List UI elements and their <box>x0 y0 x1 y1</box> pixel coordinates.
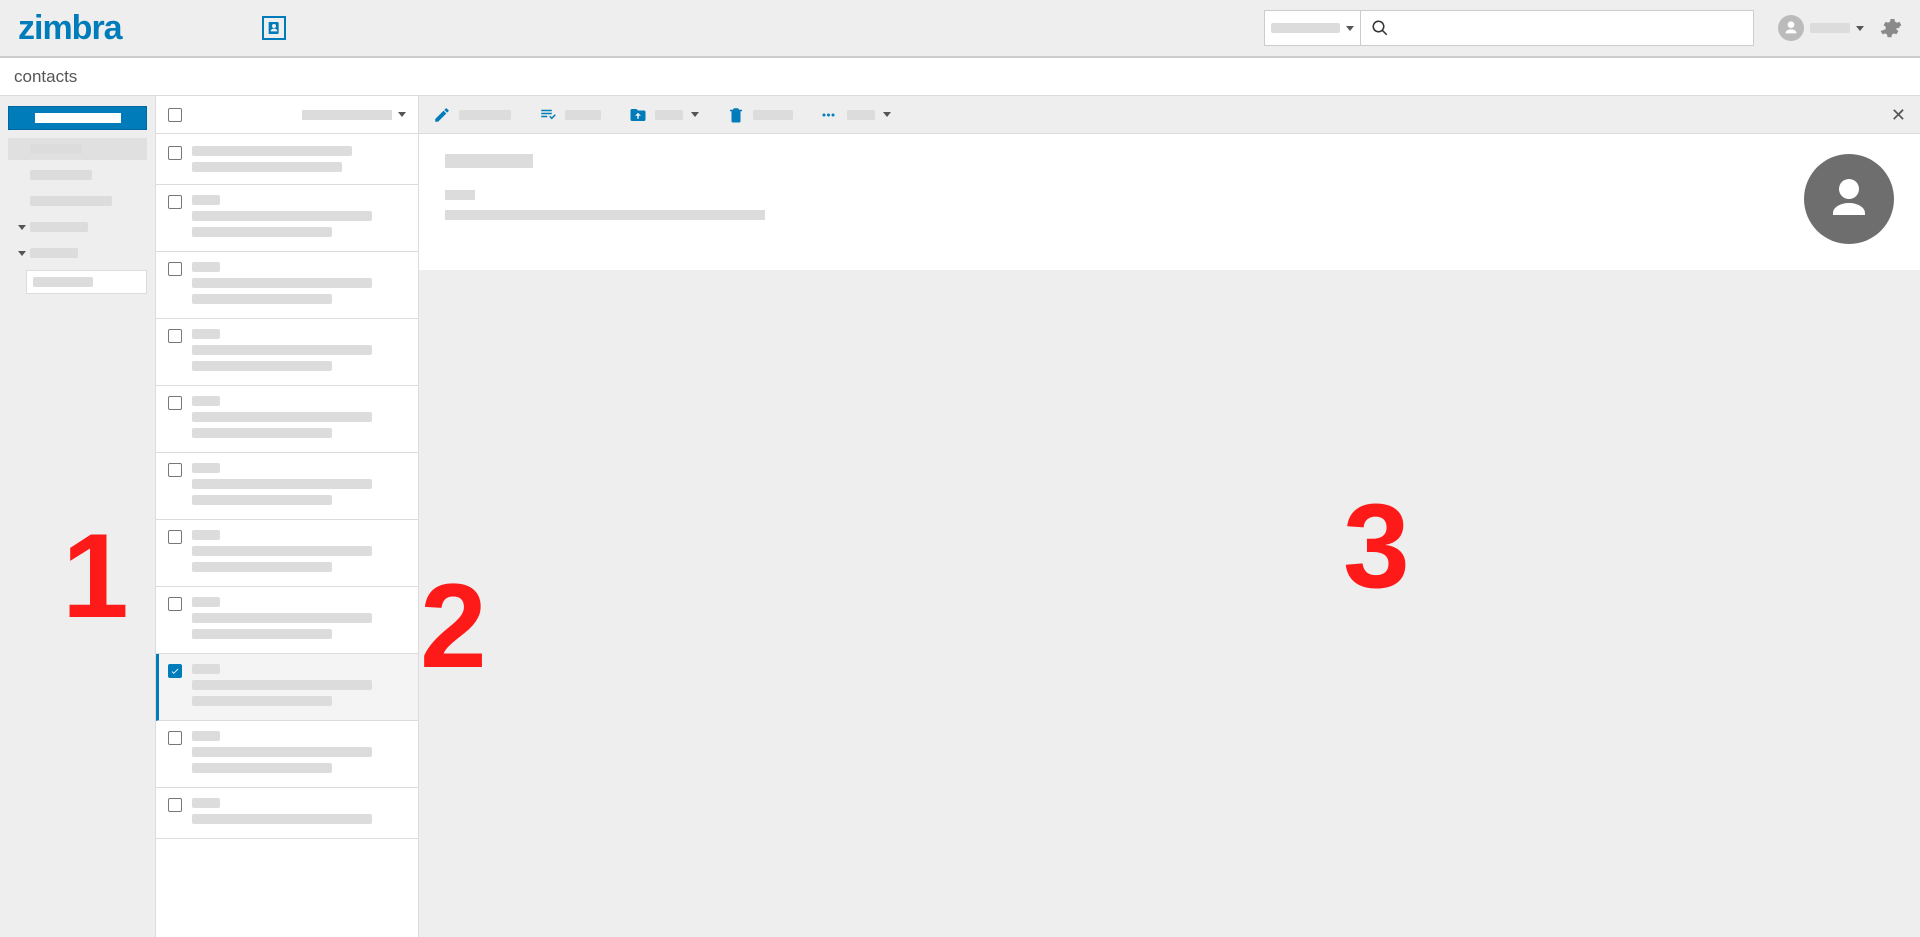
chevron-down-icon <box>18 251 26 256</box>
contact-list-item[interactable] <box>156 654 418 721</box>
contact-list-item[interactable] <box>156 587 418 654</box>
move-icon <box>629 106 647 124</box>
sidebar-item-label <box>30 222 88 232</box>
toolbar-button-label <box>459 110 511 120</box>
detail-contact-name <box>445 154 533 168</box>
user-name-label <box>1810 23 1850 33</box>
toolbar-edit-button[interactable] <box>433 106 511 124</box>
list-header <box>156 96 418 134</box>
toolbar-button-label <box>753 110 793 120</box>
contact-checkbox[interactable] <box>168 396 182 410</box>
sidebar-pane: 1 <box>0 96 155 937</box>
detail-toolbar: ✕ <box>419 96 1920 134</box>
search-input[interactable] <box>1397 19 1743 37</box>
main-layout: 1 2 ✕ 3 <box>0 96 1920 937</box>
app-header: zimbra <box>0 0 1920 58</box>
chevron-down-icon <box>18 225 26 230</box>
delete-icon <box>727 106 745 124</box>
toolbar-button-label <box>655 110 683 120</box>
contacts-app-icon[interactable] <box>262 16 286 40</box>
toolbar-delete-button[interactable] <box>727 106 793 124</box>
chevron-down-icon <box>1856 26 1864 31</box>
sort-dropdown[interactable] <box>302 110 406 120</box>
chevron-down-icon <box>1346 26 1354 31</box>
contact-list-item[interactable] <box>156 386 418 453</box>
contact-list-item[interactable] <box>156 788 418 839</box>
chevron-down-icon <box>883 112 891 117</box>
sidebar-item[interactable] <box>8 138 147 160</box>
close-detail-button[interactable]: ✕ <box>1891 106 1906 124</box>
detail-pane: ✕ 3 <box>419 96 1920 937</box>
annotation-number-3: 3 <box>1343 486 1410 606</box>
user-avatar-icon <box>1778 15 1804 41</box>
sidebar-section[interactable] <box>8 242 147 264</box>
toolbar-move-button[interactable] <box>629 106 699 124</box>
contact-checkbox[interactable] <box>168 597 182 611</box>
contact-list-body[interactable] <box>156 134 418 937</box>
settings-gear-icon[interactable] <box>1878 16 1902 40</box>
contact-checkbox[interactable] <box>168 262 182 276</box>
sidebar-item-label <box>30 144 82 154</box>
contact-checkbox[interactable] <box>168 664 182 678</box>
new-contact-button-label <box>35 113 121 123</box>
toolbar-more-button[interactable] <box>821 106 891 124</box>
edit-icon <box>433 106 451 124</box>
contact-list-item[interactable] <box>156 319 418 386</box>
context-label: contacts <box>14 67 77 87</box>
chevron-down-icon <box>398 112 406 117</box>
app-logo: zimbra <box>18 9 122 48</box>
search-group <box>1264 10 1754 46</box>
contact-list-item[interactable] <box>156 134 418 185</box>
contact-checkbox[interactable] <box>168 195 182 209</box>
new-tag-input[interactable] <box>26 270 147 294</box>
user-menu[interactable] <box>1778 15 1864 41</box>
contact-checkbox[interactable] <box>168 731 182 745</box>
contact-checkbox[interactable] <box>168 463 182 477</box>
person-icon <box>1825 175 1873 223</box>
detail-contact-subtitle <box>445 190 475 200</box>
contact-list-item[interactable] <box>156 721 418 788</box>
search-scope-label <box>1271 23 1340 33</box>
contact-list-item[interactable] <box>156 453 418 520</box>
sidebar-section[interactable] <box>8 216 147 238</box>
detail-avatar <box>1804 154 1894 244</box>
context-bar: contacts <box>0 58 1920 96</box>
toolbar-button-label <box>847 110 875 120</box>
chevron-down-icon <box>691 112 699 117</box>
more-icon <box>821 106 839 124</box>
annotation-number-1: 1 <box>62 516 129 636</box>
sidebar-item-label <box>30 248 78 258</box>
detail-text <box>445 154 1145 220</box>
contact-list-item[interactable] <box>156 252 418 319</box>
sidebar-item-label <box>30 196 112 206</box>
contact-list-item[interactable] <box>156 520 418 587</box>
sidebar-item-label <box>30 170 92 180</box>
contact-checkbox[interactable] <box>168 329 182 343</box>
address-book-icon <box>266 20 282 36</box>
sort-label <box>302 110 392 120</box>
contact-list-item[interactable] <box>156 185 418 252</box>
contact-checkbox[interactable] <box>168 530 182 544</box>
assign-icon <box>539 106 557 124</box>
toolbar-assign-button[interactable] <box>539 106 601 124</box>
sidebar-item[interactable] <box>8 190 147 212</box>
toolbar-button-label <box>565 110 601 120</box>
contact-checkbox[interactable] <box>168 798 182 812</box>
contact-checkbox[interactable] <box>168 146 182 160</box>
contact-list-pane: 2 <box>155 96 419 937</box>
search-scope-dropdown[interactable] <box>1265 11 1361 45</box>
detail-contact-body <box>445 210 765 220</box>
select-all-checkbox[interactable] <box>168 108 182 122</box>
sidebar-item[interactable] <box>8 164 147 186</box>
detail-header-card <box>419 134 1920 270</box>
search-icon <box>1371 19 1389 37</box>
new-contact-button[interactable] <box>8 106 147 130</box>
search-input-wrap[interactable] <box>1361 11 1753 45</box>
